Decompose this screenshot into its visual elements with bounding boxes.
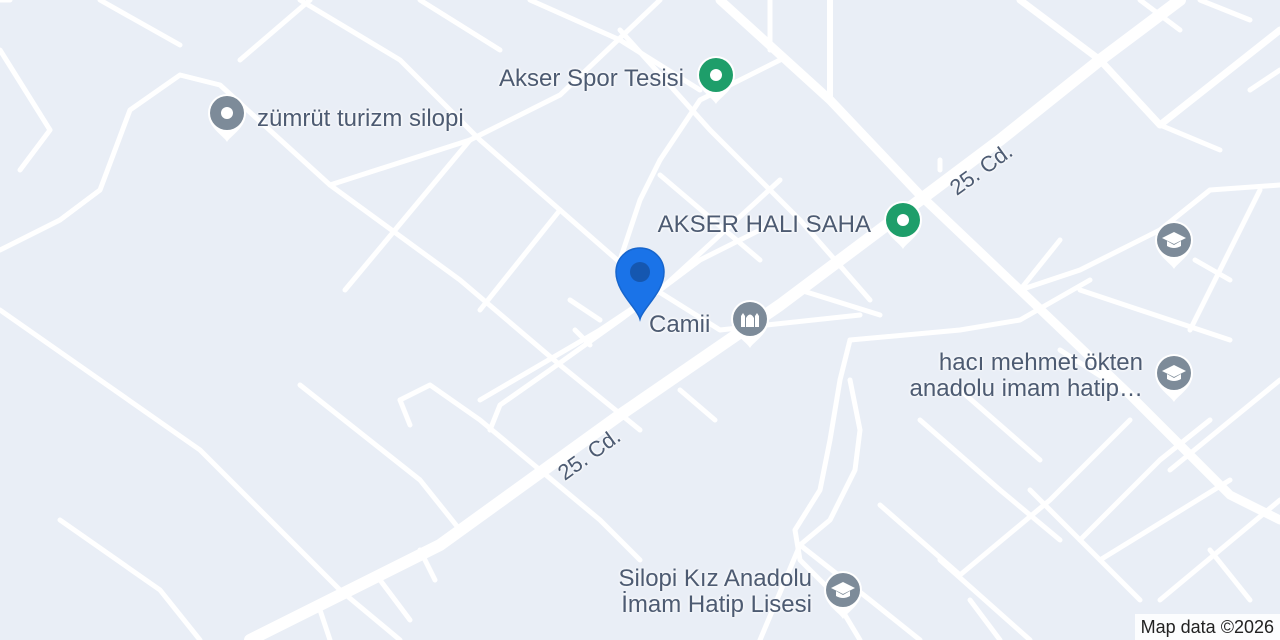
location-marker-icon[interactable] bbox=[612, 244, 668, 322]
poi-label-akser-hali[interactable]: AKSER HALI SAHA bbox=[658, 213, 871, 237]
school-pin-icon[interactable] bbox=[1151, 350, 1197, 406]
map-attribution[interactable]: Map data ©2026 bbox=[1134, 614, 1280, 640]
school-pin-icon[interactable] bbox=[1151, 217, 1197, 273]
sports-pin-icon[interactable] bbox=[880, 197, 926, 253]
poi-label-silopi-line1: Silopi Kız Anadolu bbox=[618, 565, 812, 592]
poi-label-zumrut[interactable]: zümrüt turizm silopi bbox=[257, 107, 464, 131]
poi-pin-icon[interactable] bbox=[204, 90, 250, 146]
school-pin-icon[interactable] bbox=[820, 567, 866, 623]
poi-label-haci-mehmet[interactable]: hacı mehmet ökten anadolu imam hatip… bbox=[910, 350, 1143, 402]
poi-label-silopi-kiz[interactable]: Silopi Kız Anadolu İmam Hatip Lisesi bbox=[619, 566, 812, 618]
poi-label-akser-spor[interactable]: Akser Spor Tesisi bbox=[499, 67, 684, 91]
sports-pin-icon[interactable] bbox=[693, 52, 739, 108]
mosque-pin-icon[interactable] bbox=[727, 296, 773, 352]
map-canvas[interactable]: Akser Spor Tesisi zümrüt turizm silopi A… bbox=[0, 0, 1280, 640]
poi-label-silopi-line2: İmam Hatip Lisesi bbox=[621, 591, 812, 618]
poi-label-haci-line1: hacı mehmet ökten bbox=[938, 349, 1143, 376]
poi-label-haci-line2: anadolu imam hatip… bbox=[909, 375, 1143, 402]
